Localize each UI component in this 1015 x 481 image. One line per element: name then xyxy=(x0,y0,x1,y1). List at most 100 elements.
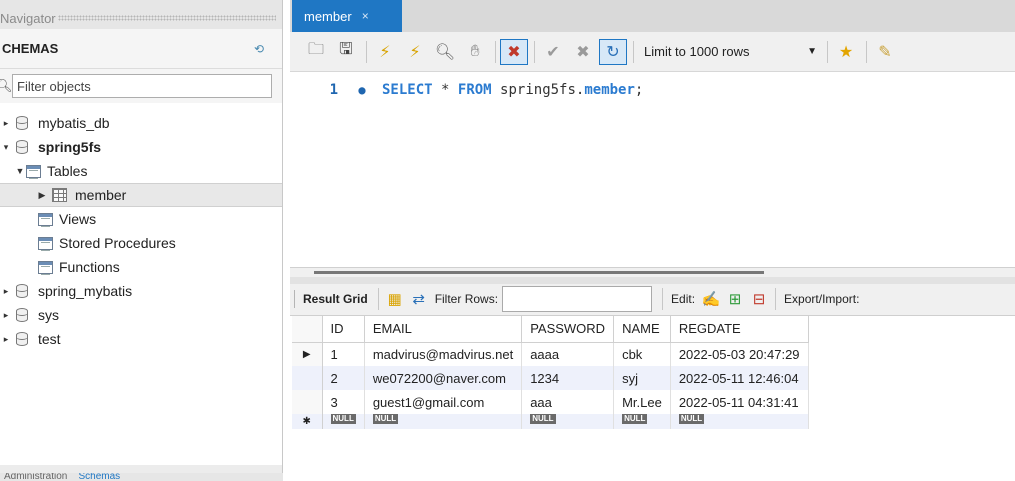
toolbar-separator xyxy=(866,40,867,63)
column-header-regdate[interactable]: REGDATE xyxy=(670,316,809,343)
tree-item-stored-procedures[interactable]: Stored Procedures xyxy=(0,231,282,255)
close-icon[interactable]: × xyxy=(362,9,369,23)
sql-editor[interactable]: 1 ● SELECT * FROM spring5fs. member; xyxy=(290,72,1015,267)
limit-rows-label: Limit to 1000 rows xyxy=(644,44,750,59)
tree-item-label: spring_mybatis xyxy=(38,283,133,299)
table-icon xyxy=(52,188,67,202)
cell-name[interactable]: NULL xyxy=(613,414,671,429)
cell-regdate[interactable]: 2022-05-11 04:31:41 xyxy=(670,390,809,414)
horizontal-scrollbar[interactable] xyxy=(314,271,764,274)
cell-password[interactable]: 1234 xyxy=(521,366,615,390)
grid-layout-icon[interactable]: ▦ xyxy=(383,288,407,310)
filter-rows-input[interactable] xyxy=(502,286,653,312)
tab-label: member xyxy=(304,8,352,24)
toolbar-separator xyxy=(633,40,634,63)
collapse-arrow-icon[interactable]: ▾ xyxy=(0,142,12,153)
beautify-icon[interactable]: ✎ xyxy=(871,39,899,65)
open-folder-icon[interactable]: 🗀︎ xyxy=(302,39,330,65)
tree-item-tables[interactable]: ▼ Tables xyxy=(0,159,282,183)
expand-arrow-icon[interactable]: ▶ xyxy=(36,190,48,201)
toolbar-separator xyxy=(377,288,379,310)
cell-id[interactable]: NULL xyxy=(322,414,365,429)
cell-password[interactable]: aaa xyxy=(521,390,615,414)
tree-item-mybatis-db[interactable]: ▸ mybatis_db xyxy=(0,111,282,135)
commit-icon[interactable]: ✔ xyxy=(539,39,567,65)
database-icon xyxy=(16,284,28,298)
result-grid-label[interactable]: Result Grid xyxy=(294,290,374,308)
explain-icon[interactable]: 🔍︎ xyxy=(431,39,459,65)
rollback-icon[interactable]: ✖ xyxy=(569,39,597,65)
tree-item-label: Views xyxy=(59,211,97,227)
cell-id[interactable]: 2 xyxy=(322,366,365,390)
cell-password[interactable]: aaaa xyxy=(521,342,615,366)
schema-tree: ▸ mybatis_db ▾ spring5fs ▼ Tables ▶ memb… xyxy=(0,103,282,465)
navigator-title: Navigator xyxy=(0,10,56,26)
tree-item-spring5fs[interactable]: ▾ spring5fs xyxy=(0,135,282,159)
tab-schemas[interactable]: Schemas xyxy=(78,473,120,481)
auto-commit-icon[interactable]: ↻ xyxy=(599,38,627,65)
new-row[interactable]: ✱ NULL NULL NULL NULL NULL xyxy=(292,414,809,429)
tab-member[interactable]: member × xyxy=(292,0,402,32)
expand-arrow-icon[interactable]: ▸ xyxy=(0,286,12,297)
cell-email[interactable]: madvirus@madvirus.net xyxy=(364,342,523,366)
statement-marker-icon: ● xyxy=(358,83,366,97)
cell-name[interactable]: Mr.Lee xyxy=(613,390,671,414)
sql-star: * xyxy=(441,82,450,98)
delete-row-icon[interactable]: ⊟ xyxy=(747,288,771,310)
sql-keyword-from: FROM xyxy=(457,82,492,98)
cell-password[interactable]: NULL xyxy=(521,414,615,429)
cell-regdate[interactable]: NULL xyxy=(670,414,809,429)
tree-item-label: spring5fs xyxy=(38,139,102,155)
limit-rows-select[interactable]: Limit to 1000 rows ▼ xyxy=(638,40,823,64)
query-editor-area: member × 🗀︎ 🖫︎ ⚡︎ ⚡︎ 🔍︎ ✋︎ ✖ ✔ ✖ ↻ Limit… xyxy=(290,0,1015,481)
edit-label: Edit: xyxy=(671,292,696,306)
expand-arrow-icon[interactable]: ▸ xyxy=(0,118,12,129)
cell-regdate[interactable]: 2022-05-11 12:46:04 xyxy=(670,366,809,390)
tree-item-views[interactable]: Views xyxy=(0,207,282,231)
tree-item-test[interactable]: ▸ test xyxy=(0,327,282,351)
tab-administration[interactable]: Administration xyxy=(4,473,67,481)
cell-id[interactable]: 1 xyxy=(322,342,365,366)
edit-row-icon[interactable]: ✍ xyxy=(699,288,723,310)
toolbar-separator xyxy=(366,40,367,63)
column-header-password[interactable]: PASSWORD xyxy=(521,316,615,343)
editor-splitter[interactable] xyxy=(290,267,1015,284)
tree-item-spring-mybatis[interactable]: ▸ spring_mybatis xyxy=(0,279,282,303)
tree-item-sys[interactable]: ▸ sys xyxy=(0,303,282,327)
column-header-id[interactable]: ID xyxy=(322,316,365,343)
panel-grip[interactable] xyxy=(57,15,276,21)
add-row-icon[interactable]: ⊞ xyxy=(723,288,747,310)
execute-current-icon[interactable]: ⚡︎ xyxy=(401,39,429,65)
cell-name[interactable]: cbk xyxy=(613,342,671,366)
cell-name[interactable]: syj xyxy=(613,366,671,390)
cell-id[interactable]: 3 xyxy=(322,390,365,414)
sql-schema: spring5fs. xyxy=(500,82,585,98)
execute-icon[interactable]: ⚡︎ xyxy=(371,39,399,65)
expand-arrow-icon[interactable]: ▸ xyxy=(0,310,12,321)
save-icon[interactable]: 🖫︎ xyxy=(332,39,360,65)
filter-objects-input[interactable] xyxy=(12,74,272,98)
table-row[interactable]: ▶ 1 madvirus@madvirus.net aaaa cbk 2022-… xyxy=(292,342,809,366)
row-header xyxy=(292,390,323,414)
sql-toolbar: 🗀︎ 🖫︎ ⚡︎ ⚡︎ 🔍︎ ✋︎ ✖ ✔ ✖ ↻ Limit to 1000 … xyxy=(290,32,1015,72)
column-header-name[interactable]: NAME xyxy=(613,316,671,343)
collapse-arrow-icon[interactable]: ▼ xyxy=(14,166,26,176)
expand-arrow-icon[interactable]: ▸ xyxy=(0,334,12,345)
tree-item-functions[interactable]: Functions xyxy=(0,255,282,279)
splitter-band xyxy=(290,277,1015,284)
cell-email[interactable]: guest1@gmail.com xyxy=(364,390,523,414)
tree-item-member[interactable]: ▶ member xyxy=(0,183,282,207)
refresh-icon[interactable]: ⇄ xyxy=(407,288,431,310)
add-snippet-icon[interactable]: ★ xyxy=(832,39,860,65)
table-row[interactable]: 3 guest1@gmail.com aaa Mr.Lee 2022-05-11… xyxy=(292,390,809,414)
database-icon xyxy=(16,332,28,346)
toggle-error-icon[interactable]: ✖ xyxy=(500,38,528,65)
cell-email[interactable]: we072200@naver.com xyxy=(364,366,523,390)
toolbar-separator xyxy=(775,288,777,310)
cell-email[interactable]: NULL xyxy=(364,414,523,429)
table-row[interactable]: 2 we072200@naver.com 1234 syj 2022-05-11… xyxy=(292,366,809,390)
column-header-email[interactable]: EMAIL xyxy=(364,316,523,343)
refresh-icon[interactable]: ⟲ xyxy=(254,42,264,56)
cell-regdate[interactable]: 2022-05-03 20:47:29 xyxy=(670,342,809,366)
stop-icon[interactable]: ✋︎ xyxy=(461,39,489,65)
